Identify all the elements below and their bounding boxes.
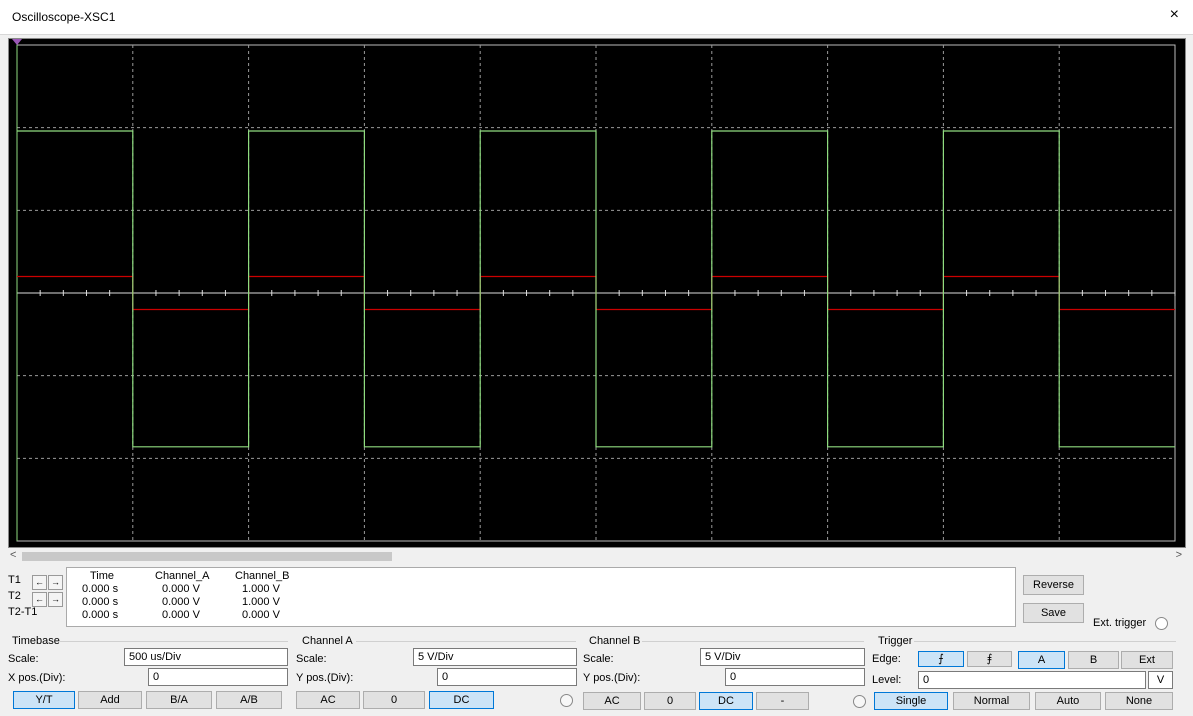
scroll-right-icon[interactable]: > [1176,549,1182,561]
trigger-level-unit[interactable]: V [1148,671,1173,689]
channel-b-ypos-input[interactable]: 0 [725,668,865,686]
timebase-xpos-label: X pos.(Div): [8,672,66,684]
scrollbar-thumb[interactable] [22,552,392,561]
trigger-source-b-button[interactable]: B [1068,651,1119,669]
trigger-level-input[interactable]: 0 [918,671,1146,689]
channel-a-divider [356,641,576,642]
timebase-xpos-input[interactable]: 0 [148,668,288,686]
t2-time: 0.000 s [82,596,119,608]
mode-ba-button[interactable]: B/A [146,691,212,709]
t2-arrows: ← → [32,592,64,607]
scope-display [8,38,1186,548]
mode-yt-button[interactable]: Y/T [13,691,75,709]
timebase-divider [60,641,288,642]
trigger-single-button[interactable]: Single [874,692,948,710]
t2-left-arrow-icon[interactable]: ← [32,592,47,607]
channel-b-zero-button[interactable]: 0 [644,692,696,710]
channel-b-scale-input[interactable]: 5 V/Div [700,648,865,666]
channel-a-zero-button[interactable]: 0 [363,691,425,709]
channel-a-scale-label: Scale: [296,653,327,665]
t2-t1-time: 0.000 s [82,609,119,621]
trigger-none-button[interactable]: None [1105,692,1173,710]
window-title: Oscilloscope-XSC1 [12,10,116,24]
t2-channel-b: 1.000 V [242,596,280,608]
channel-b-dc-button[interactable]: DC [699,692,753,710]
title-bar: Oscilloscope-XSC1 × [0,0,1193,35]
trigger-divider [914,641,1176,642]
trigger-auto-button[interactable]: Auto [1035,692,1101,710]
scope-plot [12,39,1176,542]
cursor-t1-marker-icon [12,39,22,45]
channel-b-divider [642,641,864,642]
channel-b-label: Channel B [589,635,641,647]
timebase-label: Timebase [12,635,60,647]
channel-a-radio[interactable] [560,694,573,707]
channel-a-dc-button[interactable]: DC [429,691,494,709]
trigger-source-ext-button[interactable]: Ext [1121,651,1173,669]
channel-a-ac-button[interactable]: AC [296,691,360,709]
trigger-edge-label: Edge: [872,653,901,665]
scroll-left-icon[interactable]: < [10,549,16,561]
channel-b-ypos-label: Y pos.(Div): [583,672,641,684]
t1-right-arrow-icon[interactable]: → [48,575,63,590]
t1-arrows: ← → [32,575,64,590]
channel-a-scale-input[interactable]: 5 V/Div [413,648,577,666]
t1-channel-a: 0.000 V [162,583,200,595]
trigger-level-label: Level: [872,674,902,686]
trigger-normal-button[interactable]: Normal [953,692,1030,710]
header-channel-a: Channel_A [155,570,210,582]
t1-left-arrow-icon[interactable]: ← [32,575,47,590]
mode-add-button[interactable]: Add [78,691,142,709]
channel-b-scale-label: Scale: [583,653,614,665]
falling-edge-icon[interactable]: ⨎ [967,651,1012,667]
horizontal-scrollbar[interactable]: < > [8,549,1184,564]
channel-b-invert-button[interactable]: - [756,692,809,710]
trigger-label: Trigger [878,635,913,647]
header-channel-b: Channel_B [235,570,290,582]
t2-t1-channel-a: 0.000 V [162,609,200,621]
channel-a-ypos-input[interactable]: 0 [437,668,577,686]
timebase-scale-label: Scale: [8,653,39,665]
t1-channel-b: 1.000 V [242,583,280,595]
reverse-button[interactable]: Reverse [1023,575,1084,595]
channel-a-label: Channel A [302,635,353,647]
ext-trigger-label: Ext. trigger [1093,617,1147,629]
header-time: Time [90,570,115,582]
rising-edge-icon[interactable]: ⨍ [918,651,964,667]
trigger-source-a-button[interactable]: A [1018,651,1065,669]
mode-ab-button[interactable]: A/B [216,691,282,709]
save-button[interactable]: Save [1023,603,1084,623]
channel-b-trace [17,130,1175,448]
timebase-scale-input[interactable]: 500 us/Div [124,648,288,666]
t1-time: 0.000 s [82,583,119,595]
t2-t1-channel-b: 0.000 V [242,609,280,621]
channel-b-ac-button[interactable]: AC [583,692,641,710]
ext-trigger-radio[interactable] [1155,617,1168,630]
t2-channel-a: 0.000 V [162,596,200,608]
channel-a-ypos-label: Y pos.(Div): [296,672,354,684]
channel-b-radio[interactable] [853,695,866,708]
close-icon[interactable]: × [1170,6,1179,24]
t2-right-arrow-icon[interactable]: → [48,592,63,607]
